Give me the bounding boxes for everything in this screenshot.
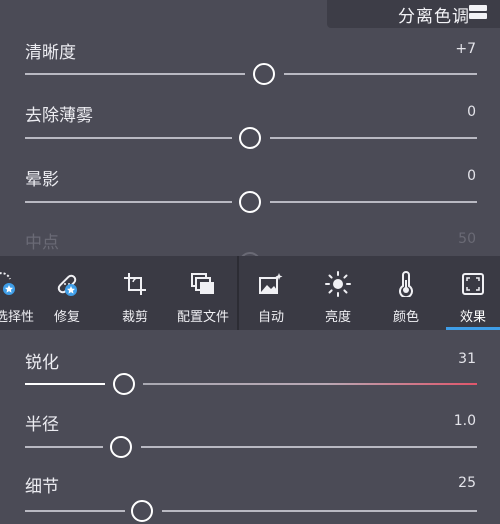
vignette-track-right[interactable] <box>270 201 477 203</box>
radius-track-right[interactable] <box>141 446 477 448</box>
radius-label: 半径 <box>25 415 59 435</box>
sharpening-value: 31 <box>458 351 476 367</box>
tool-profiles-label: 配置文件 <box>176 310 229 325</box>
thermometer-icon <box>399 271 413 297</box>
sharpening-label: 锐化 <box>25 353 59 373</box>
split-toning-icon[interactable] <box>468 3 488 21</box>
detail-value: 25 <box>458 475 476 491</box>
sharpening-track-rest[interactable] <box>143 383 477 385</box>
tool-crop[interactable]: 裁剪 <box>102 256 168 330</box>
tool-healing-label: 修复 <box>53 310 80 325</box>
split-toning-header[interactable]: 分离色调 <box>327 0 500 28</box>
tool-light[interactable]: 亮度 <box>305 256 371 330</box>
tool-light-label: 亮度 <box>324 310 351 325</box>
tool-selective-label: 选择性 <box>0 310 34 325</box>
midpoint-label: 中点 <box>25 233 59 253</box>
tool-crop-label: 裁剪 <box>121 310 148 325</box>
vignette-label: 晕影 <box>25 170 59 190</box>
effects-icon <box>462 273 484 295</box>
tool-strip: 选择性 修复 裁剪 配置文件 自动 亮度 颜色 效果 <box>0 256 500 330</box>
detail-track-right[interactable] <box>162 510 477 512</box>
dehaze-label: 去除薄雾 <box>25 106 93 126</box>
auto-photo-icon <box>259 273 283 294</box>
vignette-thumb[interactable] <box>239 191 261 213</box>
dehaze-thumb[interactable] <box>239 127 261 149</box>
edit-panel: 分离色调 清晰度 +7 去除薄雾 0 晕影 0 中点 50 选择性 修复 裁剪 … <box>0 0 500 524</box>
sharpening-track-filled[interactable] <box>25 383 105 385</box>
split-toning-label: 分离色调 <box>398 6 470 27</box>
vignette-slider-row: 晕影 0 <box>0 163 500 213</box>
bandage-icon <box>57 274 77 296</box>
detail-track-left[interactable] <box>25 510 125 512</box>
crop-icon <box>124 273 146 295</box>
radius-value: 1.0 <box>453 413 476 429</box>
dehaze-track-left[interactable] <box>25 137 232 139</box>
sharpening-thumb[interactable] <box>113 373 135 395</box>
dehaze-track-right[interactable] <box>270 137 477 139</box>
detail-slider-row: 细节 25 <box>0 472 500 524</box>
midpoint-slider-row: 中点 50 <box>0 226 500 256</box>
tool-profiles[interactable]: 配置文件 <box>170 256 236 330</box>
dehaze-value: 0 <box>467 104 476 120</box>
effects-top-section: 分离色调 清晰度 +7 去除薄雾 0 晕影 0 中点 50 <box>0 0 500 256</box>
detail-label: 细节 <box>25 477 59 497</box>
tool-effects[interactable]: 效果 <box>440 256 500 330</box>
vignette-track-left[interactable] <box>25 201 232 203</box>
detail-section: 锐化 31 半径 1.0 细节 25 <box>0 330 500 524</box>
clarity-slider-row: 清晰度 +7 <box>0 36 500 86</box>
tool-effects-label: 效果 <box>459 310 486 325</box>
radius-slider-row: 半径 1.0 <box>0 410 500 460</box>
radius-track-left[interactable] <box>25 446 103 448</box>
tool-selective[interactable]: 选择性 <box>0 256 38 330</box>
midpoint-value: 50 <box>458 231 476 247</box>
clarity-value: +7 <box>455 41 476 57</box>
tool-healing[interactable]: 修复 <box>34 256 100 330</box>
tool-color[interactable]: 颜色 <box>373 256 439 330</box>
clarity-thumb[interactable] <box>253 63 275 85</box>
selective-icon <box>0 272 15 295</box>
dehaze-slider-row: 去除薄雾 0 <box>0 99 500 149</box>
detail-thumb[interactable] <box>131 500 153 522</box>
sun-icon <box>325 271 351 297</box>
vignette-value: 0 <box>467 168 476 184</box>
tool-auto-label: 自动 <box>257 310 284 325</box>
clarity-track-right[interactable] <box>284 73 477 75</box>
clarity-label: 清晰度 <box>25 43 76 63</box>
clarity-track-left[interactable] <box>25 73 245 75</box>
sharpening-slider-row: 锐化 31 <box>0 348 500 398</box>
tool-auto[interactable]: 自动 <box>238 256 304 330</box>
tool-color-label: 颜色 <box>392 310 419 325</box>
profiles-icon <box>191 273 214 294</box>
radius-thumb[interactable] <box>110 436 132 458</box>
